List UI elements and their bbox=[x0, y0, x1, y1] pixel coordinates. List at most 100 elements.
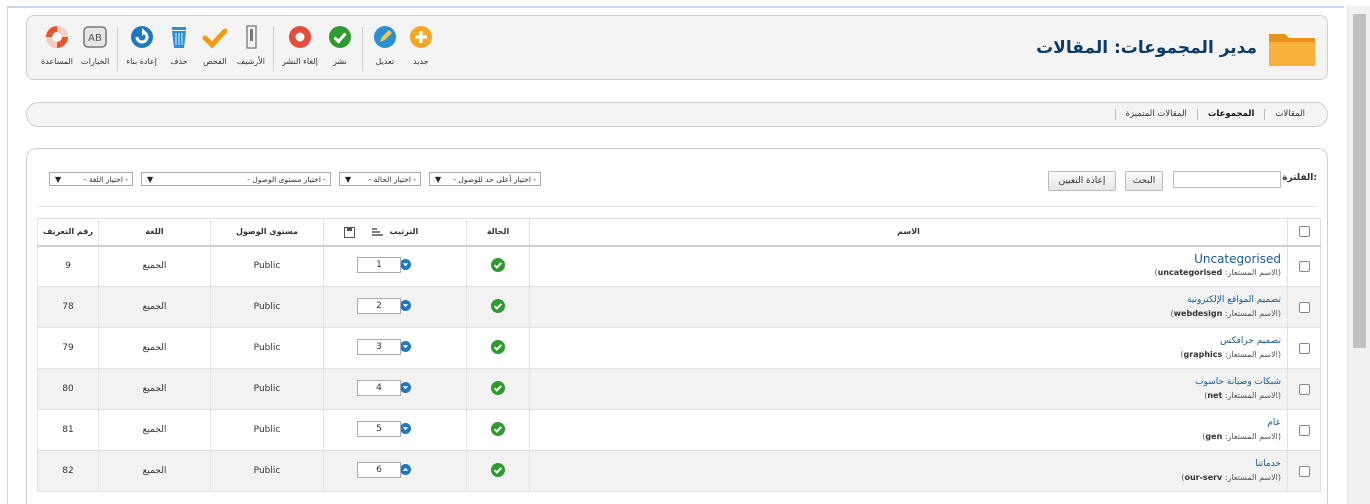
categories-panel: الفلترة: البحث إعادة التعيين ▼ - اختيار … bbox=[26, 148, 1328, 504]
search-input[interactable] bbox=[1173, 171, 1281, 188]
published-check-icon[interactable] bbox=[491, 421, 505, 436]
table-row: شبكات وصيانة حاسوب (الاسم المستعار: net) 4… bbox=[37, 368, 1321, 410]
edit-button[interactable]: تعديل bbox=[367, 23, 403, 66]
select-all-checkbox[interactable] bbox=[1298, 226, 1310, 238]
reset-button[interactable]: إعادة التعيين bbox=[1048, 171, 1116, 191]
filter-bar: الفلترة: البحث إعادة التعيين ▼ - اختيار … bbox=[27, 165, 1327, 193]
check-icon bbox=[201, 23, 229, 51]
row-checkbox[interactable] bbox=[1298, 301, 1310, 313]
header-language[interactable]: اللغة bbox=[98, 218, 211, 247]
vertical-scrollbar[interactable] bbox=[1347, 6, 1370, 504]
rebuild-button[interactable]: إعادة بناء bbox=[122, 23, 161, 66]
new-button[interactable]: جديد bbox=[403, 23, 439, 66]
language-select[interactable]: ▼ - اختيار اللغة - bbox=[49, 172, 133, 186]
row-checkbox[interactable] bbox=[1298, 465, 1310, 477]
move-up-icon[interactable] bbox=[400, 464, 411, 475]
id-cell: 82 bbox=[37, 450, 99, 492]
header-id[interactable]: رقم التعريف bbox=[37, 218, 99, 247]
category-title-link[interactable]: عام bbox=[530, 416, 1281, 430]
options-icon: AB bbox=[81, 23, 109, 51]
filter-divider bbox=[37, 206, 1317, 207]
order-input[interactable]: 1 bbox=[357, 257, 401, 274]
access-cell: Public bbox=[210, 450, 324, 492]
language-cell: الجميع bbox=[98, 245, 211, 287]
trash-icon bbox=[165, 23, 193, 51]
row-checkbox-cell bbox=[1287, 327, 1321, 369]
header-access[interactable]: مستوى الوصول bbox=[210, 218, 324, 247]
filter-label: الفلترة: bbox=[1282, 173, 1317, 183]
help-button[interactable]: المساعدة bbox=[37, 23, 77, 66]
header-name[interactable]: الاسم bbox=[529, 218, 1288, 247]
category-title-link[interactable]: Uncategorised bbox=[530, 252, 1281, 266]
access-select[interactable]: ▼ - اختيار مستوى الوصول - bbox=[141, 172, 331, 186]
order-input[interactable]: 4 bbox=[357, 380, 401, 396]
category-title-link[interactable]: خدماتنا bbox=[530, 457, 1281, 471]
category-alias: (الاسم المستعار: our-serv) bbox=[1181, 473, 1281, 482]
row-checkbox[interactable] bbox=[1298, 424, 1310, 436]
delete-button[interactable]: حذف bbox=[161, 23, 197, 66]
category-alias: (الاسم المستعار: net) bbox=[1204, 391, 1281, 400]
ordering-cell: 2 bbox=[323, 286, 467, 328]
page-title: مدير المجموعات: المقالات bbox=[1036, 38, 1257, 58]
order-input[interactable]: 6 bbox=[357, 462, 401, 478]
move-down-icon[interactable] bbox=[400, 423, 411, 434]
row-checkbox[interactable] bbox=[1298, 260, 1310, 272]
row-checkbox[interactable] bbox=[1298, 383, 1310, 395]
max-access-select[interactable]: ▼ - اختيار أعلى حد للوصول - bbox=[429, 172, 541, 186]
ordering-cell: 3 bbox=[323, 327, 467, 369]
id-cell: 79 bbox=[37, 327, 99, 369]
order-input[interactable]: 5 bbox=[357, 421, 401, 437]
status-cell bbox=[466, 327, 530, 369]
toolbar: مدير المجموعات: المقالات المساعدة AB الخ… bbox=[26, 15, 1328, 80]
published-check-icon[interactable] bbox=[491, 339, 505, 354]
status-cell bbox=[466, 286, 530, 328]
header-status[interactable]: الحالة bbox=[466, 218, 530, 247]
publish-icon bbox=[326, 23, 354, 51]
published-check-icon[interactable] bbox=[491, 380, 505, 395]
select-all-header bbox=[1287, 218, 1321, 247]
order-input[interactable]: 3 bbox=[357, 339, 401, 355]
order-input[interactable]: 2 bbox=[357, 298, 401, 314]
help-lifebuoy-icon bbox=[43, 23, 71, 51]
state-select[interactable]: ▼ - اختيار الحالة - bbox=[339, 172, 421, 186]
published-check-icon[interactable] bbox=[491, 462, 505, 477]
submenu-item-categories[interactable]: المجموعات bbox=[1196, 109, 1265, 120]
ordering-cell: 6 bbox=[323, 450, 467, 492]
category-title-link[interactable]: تصميم جرافكس bbox=[530, 334, 1281, 348]
status-cell bbox=[466, 245, 530, 287]
table-row: عام (الاسم المستعار: gen) 5 Public الجميع 81 bbox=[37, 409, 1321, 451]
edit-icon bbox=[371, 23, 399, 51]
submenu-item-featured[interactable]: المقالات المتميزة bbox=[1114, 109, 1197, 120]
header-ordering[interactable]: الترتيب bbox=[323, 218, 467, 247]
row-checkbox[interactable] bbox=[1298, 342, 1310, 354]
search-button[interactable]: البحث bbox=[1125, 171, 1163, 191]
toolbar-divider bbox=[272, 27, 274, 71]
published-check-icon[interactable] bbox=[491, 257, 505, 272]
language-cell: الجميع bbox=[98, 450, 211, 492]
submenu-item-articles[interactable]: المقالات bbox=[1264, 109, 1315, 120]
category-title-link[interactable]: تصميم المواقع الإلكترونية bbox=[530, 293, 1281, 307]
checkin-button[interactable]: الفحص bbox=[197, 23, 233, 66]
move-down-icon[interactable] bbox=[400, 300, 411, 311]
category-title-link[interactable]: شبكات وصيانة حاسوب bbox=[530, 375, 1281, 389]
move-down-icon[interactable] bbox=[400, 259, 411, 271]
name-cell: Uncategorised (الاسم المستعار: uncategori… bbox=[529, 245, 1288, 287]
scrollbar-thumb[interactable] bbox=[1353, 14, 1366, 348]
ordering-cell: 1 bbox=[323, 245, 467, 287]
access-cell: Public bbox=[210, 368, 324, 410]
access-cell: Public bbox=[210, 245, 324, 287]
move-down-icon[interactable] bbox=[400, 341, 411, 352]
move-down-icon[interactable] bbox=[400, 382, 411, 393]
category-alias: (الاسم المستعار: gen) bbox=[1202, 432, 1281, 441]
id-cell: 80 bbox=[37, 368, 99, 410]
toolbar-divider bbox=[117, 27, 119, 71]
status-cell bbox=[466, 409, 530, 451]
unpublish-button[interactable]: إلغاء النشر bbox=[278, 23, 322, 66]
archive-button[interactable]: الأرشيف bbox=[233, 23, 269, 66]
category-alias: (الاسم المستعار: graphics) bbox=[1180, 350, 1281, 359]
save-order-icon[interactable] bbox=[344, 227, 355, 238]
published-check-icon[interactable] bbox=[491, 298, 505, 313]
unpublish-icon bbox=[286, 23, 314, 51]
options-button[interactable]: AB الخيارات bbox=[77, 23, 113, 66]
publish-button[interactable]: نشر bbox=[322, 23, 358, 66]
